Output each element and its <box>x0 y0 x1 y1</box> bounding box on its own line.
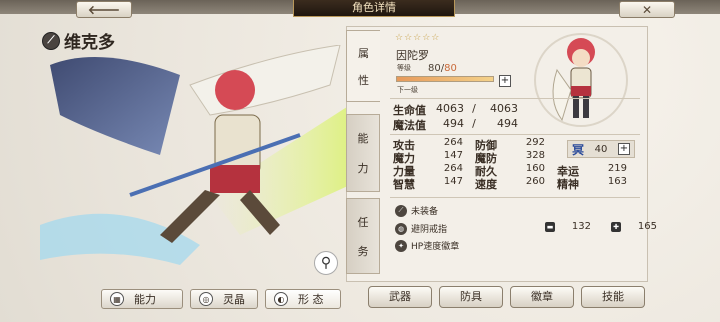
defense-icon: ▬ <box>545 221 555 232</box>
slash-icon: ⟋ <box>395 204 407 217</box>
hp-label: 生命值 <box>393 104 426 117</box>
level-up-button[interactable]: + <box>499 75 511 87</box>
back-arrow-icon: 🡐 <box>87 3 121 17</box>
equip-weapon-label: 未装备 <box>411 207 439 217</box>
level-label: 等级 <box>397 64 411 72</box>
mp-label: 魔法值 <box>393 119 426 132</box>
orb-icon: ◎ <box>199 292 213 306</box>
badge-button[interactable]: 徽章 <box>510 286 574 308</box>
stat-row: 智慧 147 速度 260 精神 163 <box>393 176 639 192</box>
special-stat: 冥 40 + <box>567 140 635 158</box>
zoom-button[interactable]: ⚲ <box>314 251 338 275</box>
magnifier-icon: ⚲ <box>320 255 332 271</box>
ring-icon: ◍ <box>395 222 407 235</box>
level-progress-fill <box>397 77 493 81</box>
magic-defense-icon: ✚ <box>611 221 621 232</box>
stat-value: 147 <box>443 175 463 187</box>
stat-speed: 速度 260 <box>475 176 557 192</box>
tab-form-label: 形 态 <box>298 293 324 306</box>
side-tab-quest-char-2: 务 <box>357 244 369 258</box>
side-tab-attributes-char-2: 性 <box>358 73 369 87</box>
hp-row: 生命值 4063 / 4063 <box>393 102 518 118</box>
hp-max: 4063 <box>490 102 518 115</box>
skill-button[interactable]: 技能 <box>581 286 645 308</box>
tab-form[interactable]: ◐ 形 态 <box>265 289 341 309</box>
tab-ability[interactable]: ▦ 能力 <box>101 289 183 309</box>
side-tab-ability-char-1: 能 <box>357 132 369 145</box>
tab-ability-label: 能力 <box>134 293 156 306</box>
form-icon: ◐ <box>274 292 288 306</box>
next-level-label: 下一级 <box>397 86 418 94</box>
weapon-button[interactable]: 武器 <box>368 286 432 308</box>
mp-row: 魔法值 494 / 494 <box>393 117 518 133</box>
character-subname: 因陀罗 <box>396 49 429 62</box>
back-button[interactable]: 🡐 <box>76 1 132 18</box>
equip-ring[interactable]: ◍ 避阴戒指 <box>395 222 447 235</box>
special-plus-button[interactable]: + <box>618 143 630 155</box>
tab-spirit-crystal[interactable]: ◎ 灵晶 <box>190 289 258 309</box>
stat-label: 精神 <box>557 177 579 191</box>
divider-2 <box>390 134 640 135</box>
grid-icon: ▦ <box>110 292 124 306</box>
equip-ring-label: 避阴戒指 <box>411 225 448 235</box>
page-title: 角色详情 <box>293 0 455 17</box>
equip-badge-label: HP速度徽章 <box>411 242 460 252</box>
side-tab-attributes-char-1: 属 <box>358 46 369 60</box>
special-stat-icon: 冥 <box>572 142 585 157</box>
mp-max: 494 <box>497 117 518 130</box>
star-rating: ☆☆☆☆☆ <box>395 33 441 43</box>
side-tab-attributes[interactable]: 属 性 <box>346 30 380 102</box>
stat-value: 163 <box>607 175 627 187</box>
special-stat-value: 40 <box>594 143 608 155</box>
badge-icon: ✦ <box>395 239 407 252</box>
mp-current: 494 <box>443 117 464 130</box>
plus-icon: + <box>500 75 510 86</box>
level-progress-bar <box>396 76 494 82</box>
level-current: 80 <box>428 63 441 74</box>
stat-label: 速度 <box>475 177 497 191</box>
character-chibi <box>534 33 628 127</box>
side-tab-quest[interactable]: 任 务 <box>346 198 380 274</box>
level-value: 80/80 <box>428 63 457 74</box>
side-tab-ability[interactable]: 能 力 <box>346 114 380 192</box>
stat-wisdom: 智慧 147 <box>393 176 475 192</box>
tab-spirit-crystal-label: 灵晶 <box>223 293 245 306</box>
close-x-icon: ✕ <box>641 2 653 17</box>
armor-button[interactable]: 防具 <box>439 286 503 308</box>
divider-3 <box>390 197 640 198</box>
ring-stats: ▬ 132 ✚ 165 <box>545 221 657 232</box>
equip-badge[interactable]: ✦ HP速度徽章 <box>395 239 459 252</box>
side-tab-quest-char-1: 任 <box>357 215 369 229</box>
stat-spirit: 精神 163 <box>557 176 639 192</box>
close-button[interactable]: ✕ <box>619 1 675 18</box>
equip-weapon[interactable]: ⟋ 未装备 <box>395 204 438 217</box>
side-tab-ability-char-2: 力 <box>357 162 369 175</box>
divider-1 <box>390 98 640 99</box>
mp-sep: / <box>472 117 476 130</box>
ring-def-value: 132 <box>571 221 591 232</box>
stat-value: 260 <box>525 175 545 187</box>
level-max: 80 <box>444 63 457 74</box>
ring-mdef-value: 165 <box>637 221 657 232</box>
stat-label: 智慧 <box>393 177 415 191</box>
character-artwork <box>40 45 350 265</box>
hp-current: 4063 <box>436 102 464 115</box>
hp-sep: / <box>472 102 476 115</box>
